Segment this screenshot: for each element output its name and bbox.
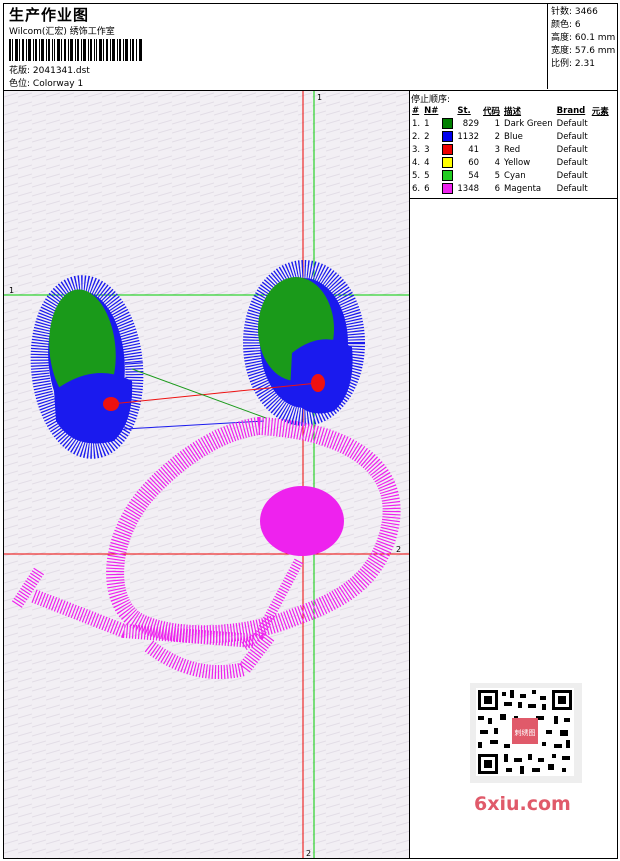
row-index: 3.	[412, 144, 421, 155]
row-desc: Dark Green	[504, 118, 553, 129]
barcode-icon	[9, 39, 142, 61]
row-stitches: 1348	[457, 183, 480, 194]
stitch-count: 针数: 3466	[551, 7, 598, 17]
row-brand: Default	[556, 144, 588, 155]
qr-code-icon: 刺绣图	[476, 688, 574, 776]
row-brand: Default	[556, 183, 588, 194]
design-stats: 针数: 3466 颜色: 6 高度: 60.1 mm 宽度: 57.6 mm 比…	[547, 4, 618, 89]
row-element	[590, 130, 611, 143]
design-file: 花版: 2041341.dst	[9, 63, 90, 76]
row-code: 3	[494, 144, 501, 155]
row-code: 6	[494, 183, 501, 194]
row-stitches: 1132	[457, 131, 480, 142]
row-swatch	[440, 182, 455, 195]
color-swatch	[442, 118, 454, 129]
row-element	[590, 169, 611, 182]
row-code: 4	[494, 157, 501, 168]
row-element	[590, 182, 611, 195]
color-swatch	[442, 157, 454, 168]
color-row: 5. 5 54 5 Cyan Default	[410, 169, 611, 182]
panel-divider	[409, 90, 410, 858]
col-element: 元素	[591, 106, 609, 117]
col-desc: 描述	[504, 106, 522, 117]
color-swatch	[442, 183, 454, 194]
col-n: N#	[424, 105, 439, 116]
row-stitches: 829	[462, 118, 480, 129]
row-n: 6	[424, 183, 430, 194]
row-desc: Red	[504, 144, 521, 155]
design-file-value: 2041341.dst	[32, 66, 90, 76]
row-n: 3	[424, 144, 430, 155]
row-stitches: 41	[468, 144, 480, 155]
colorway-label: 色位:	[9, 79, 31, 89]
row-n: 1	[424, 118, 430, 129]
row-brand: Default	[556, 118, 588, 129]
col-stitches: St.	[457, 105, 471, 116]
row-brand: Default	[556, 157, 588, 168]
col-code: 代码	[483, 106, 501, 117]
guide-label-right: 2	[396, 545, 401, 554]
scale-ratio: 比例: 2.31	[551, 59, 595, 69]
production-sheet: 生产作业图 Wilcom(汇宏) 绣饰工作室 花版: 2041341.dst 色…	[3, 3, 618, 859]
row-n: 5	[424, 170, 430, 181]
guide-label-left: 1	[9, 286, 14, 295]
row-desc: Yellow	[504, 157, 531, 168]
color-row: 2. 2 1132 2 Blue Default	[410, 130, 611, 143]
stop-sequence-table: # N# St. 代码 描述 Brand 元素 1. 1 829 1 Dark Gree…	[410, 104, 611, 195]
row-brand: Default	[556, 131, 588, 142]
col-brand: Brand	[556, 105, 586, 116]
row-stitches: 54	[468, 170, 480, 181]
col-index: #	[412, 105, 420, 116]
col-swatch	[440, 104, 455, 117]
row-element	[590, 156, 611, 169]
row-index: 1.	[412, 118, 421, 129]
row-swatch	[440, 117, 455, 130]
row-desc: Blue	[504, 131, 523, 142]
table-divider	[409, 198, 618, 199]
embroidery-drawing: 1 1 2 2	[4, 91, 409, 858]
row-element	[590, 117, 611, 130]
site-watermark: 6xiu.com	[474, 793, 571, 815]
row-stitches: 60	[468, 157, 480, 168]
row-desc: Cyan	[504, 170, 526, 181]
sheet-title: 生产作业图	[9, 6, 90, 24]
row-code: 2	[494, 131, 501, 142]
company-name: Wilcom(汇宏) 绣饰工作室	[9, 27, 115, 37]
row-index: 2.	[412, 131, 421, 142]
design-height: 高度: 60.1 mm	[551, 33, 616, 43]
table-header-row: # N# St. 代码 描述 Brand 元素	[410, 104, 611, 117]
row-brand: Default	[556, 170, 588, 181]
qr-code-block: 刺绣图	[470, 683, 582, 783]
colorway-value: Colorway 1	[32, 79, 84, 89]
row-code: 5	[494, 170, 501, 181]
row-n: 4	[424, 157, 430, 168]
color-count: 颜色: 6	[551, 20, 581, 30]
row-desc: Magenta	[504, 183, 542, 194]
row-index: 5.	[412, 170, 421, 181]
row-swatch	[440, 143, 455, 156]
guide-label-top: 1	[317, 93, 322, 102]
embroidery-preview: 1 1 2 2	[4, 91, 409, 858]
nose	[260, 486, 344, 556]
row-swatch	[440, 156, 455, 169]
row-n: 2	[424, 131, 430, 142]
stamp-text: 刺绣图	[515, 728, 536, 737]
color-row: 3. 3 41 3 Red Default	[410, 143, 611, 156]
row-swatch	[440, 130, 455, 143]
row-swatch	[440, 169, 455, 182]
row-code: 1	[494, 118, 501, 129]
row-index: 6.	[412, 183, 421, 194]
color-row: 6. 6 1348 6 Magenta Default	[410, 182, 611, 195]
colorway: 色位: Colorway 1	[9, 76, 83, 89]
design-file-label: 花版:	[9, 66, 31, 76]
row-element	[590, 143, 611, 156]
guide-label-bottom: 2	[306, 849, 311, 858]
color-swatch	[442, 131, 454, 142]
color-swatch	[442, 170, 454, 181]
color-row: 1. 1 829 1 Dark Green Default	[410, 117, 611, 130]
color-swatch	[442, 144, 454, 155]
row-index: 4.	[412, 157, 421, 168]
color-row: 4. 4 60 4 Yellow Default	[410, 156, 611, 169]
design-width: 宽度: 57.6 mm	[551, 46, 616, 56]
